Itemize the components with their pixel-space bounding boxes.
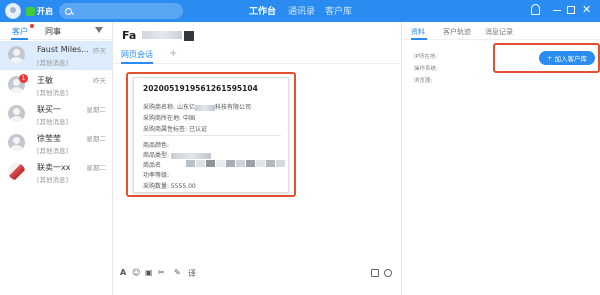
user-avatar-icon[interactable]	[5, 3, 21, 19]
filter-icon[interactable]	[95, 27, 103, 33]
avatar	[8, 163, 25, 180]
tab-underline	[11, 38, 28, 40]
maximize-icon[interactable]	[567, 6, 575, 14]
ip-location-label: IP所在地:	[414, 54, 438, 60]
avatar	[8, 105, 25, 122]
contact-time: 星期二	[86, 164, 107, 172]
contact-name: 联卖一xx	[37, 163, 71, 172]
status-toggle[interactable]: 开启	[26, 4, 53, 18]
tab-underline	[411, 38, 427, 40]
contact-panel: 客户 同事 Faust Miles... [其他消息] 昨天 1 王敏 [其他消…	[0, 22, 113, 295]
info-tabs: 资料 客户轨迹 消息记录	[402, 22, 600, 40]
contact-tabs: 客户 同事	[0, 22, 112, 40]
quick-reply-icon[interactable]	[371, 269, 379, 277]
contact-name: 徐莹莹	[37, 134, 61, 143]
image-icon[interactable]: ▣	[145, 268, 153, 277]
unread-badge: 1	[19, 74, 28, 83]
contact-item[interactable]: 联卖一xx [其他消息] 星期二	[0, 158, 112, 187]
chat-title: Fa	[122, 29, 137, 42]
scissors-icon[interactable]: ✂	[158, 268, 165, 277]
contact-time: 昨天	[93, 77, 106, 85]
nav-workbench[interactable]: 工作台	[249, 4, 276, 17]
conversation-panel: Fa 网页会话 + 202005191956126159510​4 采购商名称:…	[114, 22, 400, 295]
unread-dot	[30, 24, 34, 28]
search-input[interactable]	[59, 3, 183, 19]
minimize-icon[interactable]	[553, 10, 561, 12]
tab-message-history[interactable]: 消息记录	[485, 27, 513, 37]
contact-last-message: [其他消息]	[37, 118, 69, 126]
contact-item[interactable]: 1 王敏 [其他消息] 昨天	[0, 71, 112, 100]
contact-name: 联买一	[37, 105, 61, 114]
tab-profile[interactable]: 资料	[411, 27, 425, 37]
redacted-name	[184, 31, 194, 41]
contact-last-message: [其他消息]	[37, 89, 69, 97]
status-label: 开启	[37, 6, 53, 16]
contact-time: 昨天	[93, 47, 106, 55]
app-window: 开启 工作台 通讯录 客户库 ✕ 客户 同事 Faust Miles... [其…	[0, 0, 600, 295]
contact-time: 星期二	[86, 106, 107, 114]
redacted-name	[142, 31, 182, 39]
contact-last-message: [其他消息]	[37, 147, 69, 155]
tab-customers[interactable]: 客户	[12, 26, 28, 37]
tab-underline	[121, 62, 153, 64]
translate-icon[interactable]: 译	[188, 268, 196, 279]
conversation-tabs: 网页会话 +	[114, 47, 400, 64]
contact-name: 王敏	[37, 76, 53, 85]
top-bar: 开启 工作台 通讯录 客户库 ✕	[0, 0, 600, 22]
nav-customer-library[interactable]: 客户库	[325, 4, 352, 17]
message-toolbar: A ☺ ▣ ✂ ✎ 译	[114, 266, 400, 280]
edit-icon[interactable]: ✎	[174, 268, 181, 277]
contact-last-message: [其他消息]	[37, 176, 69, 184]
font-icon[interactable]: A	[120, 268, 126, 277]
tab-colleagues[interactable]: 同事	[45, 26, 61, 37]
add-tab-icon[interactable]: +	[169, 48, 177, 59]
contact-last-message: [其他消息]	[37, 59, 69, 67]
contact-name: Faust Miles...	[37, 45, 89, 54]
history-icon[interactable]	[384, 269, 392, 277]
contact-time: 星期二	[86, 135, 107, 143]
avatar	[8, 134, 25, 151]
search-icon	[65, 7, 72, 15]
emoji-icon[interactable]: ☺	[132, 268, 140, 277]
flag-icon	[26, 6, 35, 16]
browser-label: 浏览器:	[414, 78, 433, 84]
highlight-box	[126, 72, 296, 197]
tab-customer-trail[interactable]: 客户轨迹	[443, 27, 471, 37]
nav-contacts[interactable]: 通讯录	[288, 4, 315, 17]
contact-item[interactable]: Faust Miles... [其他消息] 昨天	[0, 41, 112, 70]
os-label: 操作系统:	[414, 66, 438, 72]
close-icon[interactable]: ✕	[582, 4, 591, 16]
highlight-box	[493, 43, 600, 73]
avatar	[8, 46, 25, 63]
customer-info-panel: 资料 客户轨迹 消息记录 IP所在地: 操作系统: 浏览器: + 加入客户库	[401, 22, 600, 295]
contact-item[interactable]: 联买一 [其他消息] 星期二	[0, 100, 112, 129]
bell-icon[interactable]	[531, 4, 540, 15]
contact-item[interactable]: 徐莹莹 [其他消息] 星期二	[0, 129, 112, 158]
tab-web-session[interactable]: 网页会话	[121, 49, 153, 60]
